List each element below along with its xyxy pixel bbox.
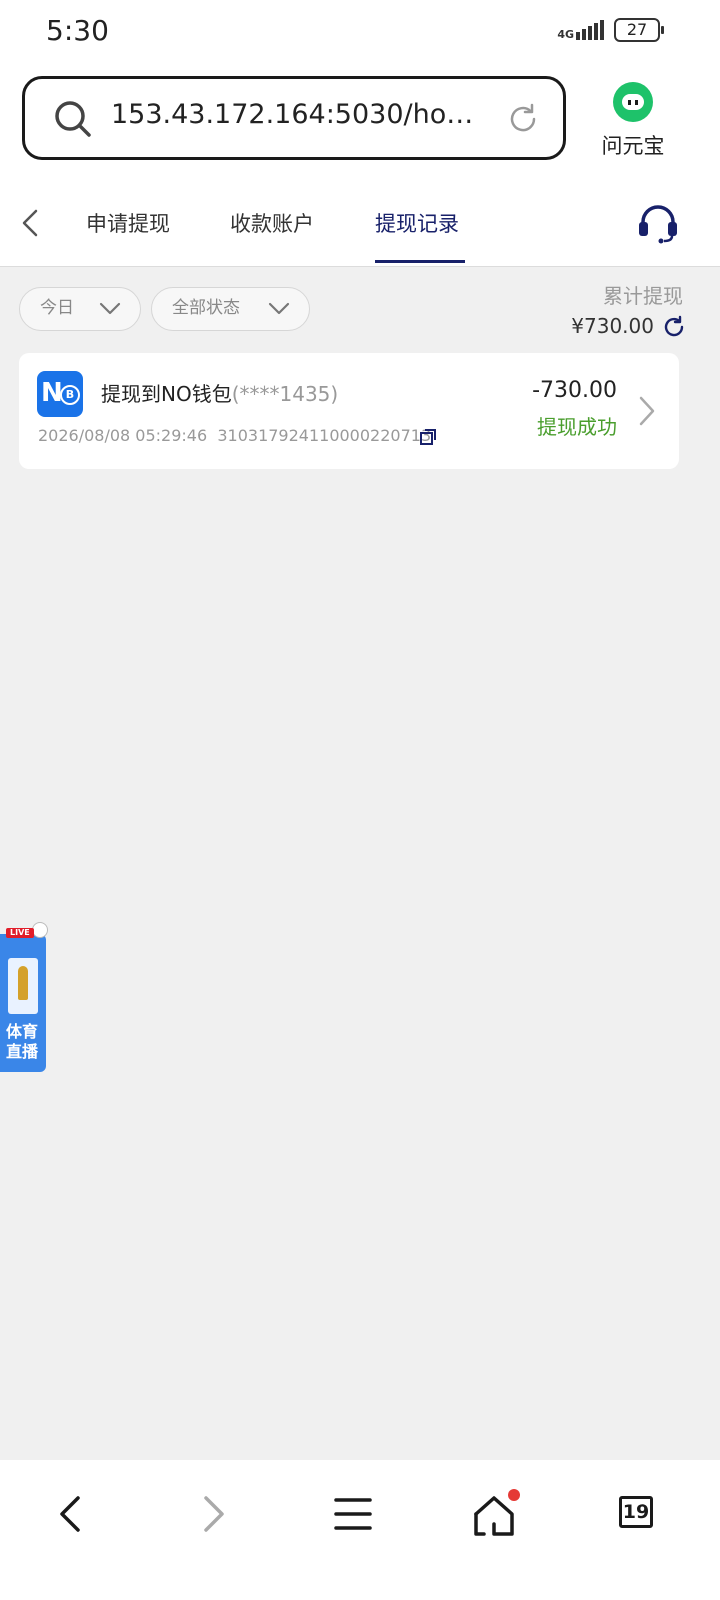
status-bar: 5:30 4G 27	[0, 0, 720, 64]
copy-icon[interactable]	[419, 428, 437, 446]
status-indicators: 4G 27	[557, 18, 664, 42]
record-order-number: 310317924110000220713	[217, 426, 432, 445]
status-filter-dropdown[interactable]: 全部状态	[151, 287, 310, 331]
total-withdrawn-amount: ¥730.00	[571, 314, 654, 338]
record-status: 提现成功	[537, 415, 617, 439]
chevron-down-icon	[99, 302, 121, 315]
signal-icon	[576, 20, 604, 40]
chevron-down-icon	[268, 302, 290, 315]
network-label: 4G	[557, 28, 574, 41]
live-badge: LIVE	[6, 928, 34, 938]
back-icon[interactable]	[54, 1494, 86, 1534]
battery-icon: 27	[614, 18, 664, 42]
record-destination: 提现到NO钱包	[101, 382, 232, 406]
tab-apply-withdraw[interactable]: 申请提现	[86, 208, 170, 238]
chevron-right-icon	[639, 396, 655, 426]
browser-bottom-nav	[0, 1460, 720, 1600]
tabs-icon[interactable]: 19	[619, 1496, 653, 1528]
notification-dot	[508, 1489, 520, 1501]
record-datetime: 2026/08/08 05:29:46	[38, 426, 208, 445]
sports-live-widget[interactable]: LIVE 体育直播	[0, 922, 48, 1072]
record-account-mask: (****1435)	[231, 382, 339, 406]
assistant-logo-icon	[613, 82, 653, 122]
forward-icon[interactable]	[198, 1494, 230, 1534]
home-icon[interactable]	[472, 1494, 516, 1538]
browser-toolbar: 153.43.172.164:5030/home... 问元宝	[0, 64, 720, 184]
page-tab-bar: 申请提现 收款账户 提现记录	[0, 184, 720, 267]
status-filter-label: 全部状态	[172, 298, 240, 318]
record-meta: 2026/08/08 05:29:46 31031792411000022071…	[38, 426, 431, 445]
address-bar[interactable]: 153.43.172.164:5030/home...	[22, 76, 566, 160]
withdraw-record-card[interactable]: N B 提现到NO钱包(****1435) 2026/08/08 05:29:4…	[19, 353, 679, 469]
refresh-icon[interactable]	[662, 315, 686, 339]
search-icon	[55, 101, 91, 137]
soccer-ball-icon	[32, 922, 48, 938]
live-widget-label: 体育直播	[6, 1022, 39, 1061]
active-tab-indicator	[375, 260, 465, 263]
assistant-label: 问元宝	[601, 134, 665, 158]
total-withdrawn-label: 累计提现	[603, 284, 683, 308]
record-title: 提现到NO钱包(****1435)	[101, 378, 338, 407]
date-filter-label: 今日	[40, 298, 74, 318]
status-time: 5:30	[46, 14, 109, 47]
tab-payee-accounts[interactable]: 收款账户	[230, 208, 314, 238]
menu-icon[interactable]	[334, 1494, 372, 1534]
trophy-icon	[18, 966, 28, 1000]
tab-withdraw-records[interactable]: 提现记录	[375, 208, 459, 238]
record-amount: -730.00	[532, 378, 617, 403]
date-filter-dropdown[interactable]: 今日	[19, 287, 141, 331]
reload-icon[interactable]	[505, 101, 541, 137]
no-wallet-logo-icon: N B	[37, 371, 83, 417]
url-text[interactable]: 153.43.172.164:5030/home...	[111, 99, 491, 130]
back-chevron-icon[interactable]	[18, 208, 44, 238]
network-indicator: 4G	[557, 20, 606, 40]
customer-service-icon[interactable]	[636, 202, 680, 244]
assistant-button[interactable]: 问元宝	[598, 82, 668, 160]
